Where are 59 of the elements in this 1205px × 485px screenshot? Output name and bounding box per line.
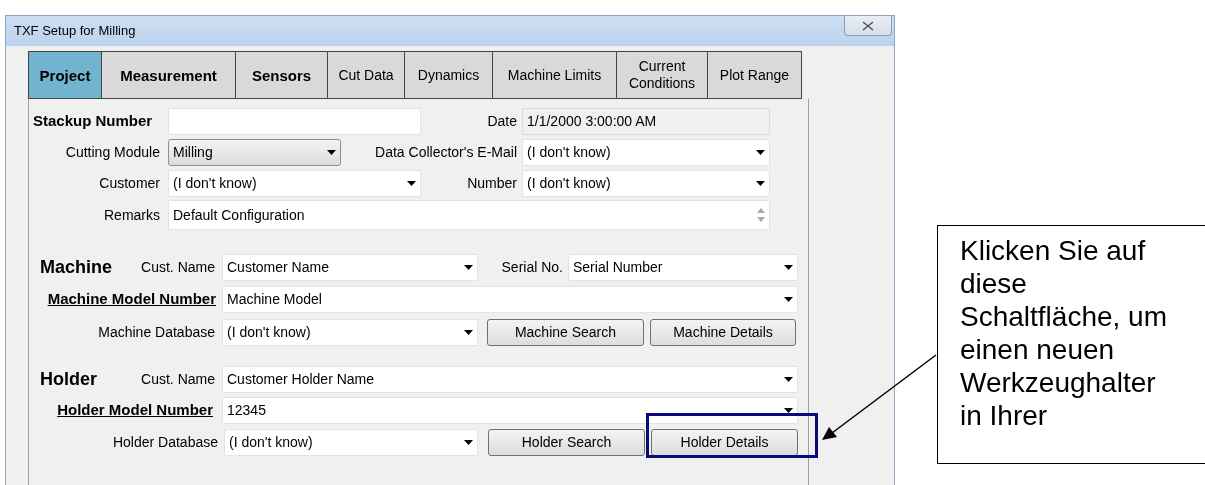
dropdown-arrow-icon [464,440,473,445]
section-heading: Machine [40,256,114,279]
tab[interactable]: Cut Data [328,51,405,99]
dropdown-arrow-icon [327,150,336,155]
remarks-field[interactable]: Default Configuration [168,200,770,230]
dropdown-arrow-icon [464,265,473,270]
dropdown-field[interactable]: (I don't know) [222,319,478,346]
dropdown-arrow-icon [784,265,793,270]
dropdown-field[interactable]: (I don't know) [224,429,478,456]
tab[interactable]: Measurement [102,51,236,99]
dropdown-field[interactable]: 12345 [222,397,798,424]
dropdown-arrow-icon [756,150,765,155]
dropdown-field[interactable]: (I don't know) [522,170,770,197]
field-label: Remarks [103,205,160,225]
field-label: Number [466,174,517,193]
tab[interactable]: Machine Limits [493,51,617,99]
dropdown-field[interactable]: Customer Holder Name [222,366,798,393]
dropdown-arrow-icon [784,297,793,302]
dropdown-field[interactable]: Customer Name [222,254,478,281]
tab[interactable]: Project [28,51,102,99]
close-button[interactable] [844,16,892,36]
field-label: Holder Model Number [56,400,213,421]
tab[interactable]: Dynamics [405,51,493,99]
field-label: Serial No. [500,258,563,277]
field-label: Holder Database [111,433,218,452]
date-field[interactable]: 1/1/2000 3:00:00 AM [522,108,770,135]
field-label: Date [486,112,517,131]
dropdown-arrow-icon [784,408,793,413]
dropdown-arrow-icon [756,181,765,186]
dropdown-field[interactable]: Serial Number [568,254,798,281]
field-label: Stackup Number [33,111,154,132]
callout-text: Klicken Sie auf diese Schaltfläche, um einen neuen Werkzeughalter in Ihrer [960,234,1168,432]
dropdown-arrow-icon [784,377,793,382]
dropdown-field[interactable]: (I don't know) [168,170,421,197]
window-title: TXF Setup for Milling [14,22,136,41]
tab[interactable]: Sensors [236,51,328,99]
dropdown-arrow-icon [407,181,416,186]
field-label: Machine Database [97,323,215,342]
scroll-down-icon [757,217,765,222]
field-label: Customer [98,174,160,193]
dropdown-field[interactable]: (I don't know) [522,139,770,166]
section-heading: Holder [40,368,98,391]
action-button[interactable]: Machine Search [487,319,644,346]
action-button[interactable]: Machine Details [650,319,796,346]
field-label: Data Collector's E-Mail [374,143,517,162]
text-field[interactable] [168,108,421,135]
dropdown-arrow-icon [464,330,473,335]
close-icon [862,20,874,31]
tab[interactable]: Plot Range [708,51,802,99]
tab[interactable]: Current Conditions [617,51,708,99]
field-label: Cust. Name [140,370,215,389]
field-label: Cust. Name [140,258,215,277]
action-button[interactable]: Holder Details [651,429,798,456]
action-button[interactable]: Holder Search [488,429,645,456]
field-label: Cutting Module [64,143,160,162]
dropdown-field[interactable]: Machine Model [222,286,798,313]
dropdown-field[interactable]: Milling [168,139,341,166]
field-label: Machine Model Number [46,289,216,310]
scroll-up-icon [757,208,765,213]
